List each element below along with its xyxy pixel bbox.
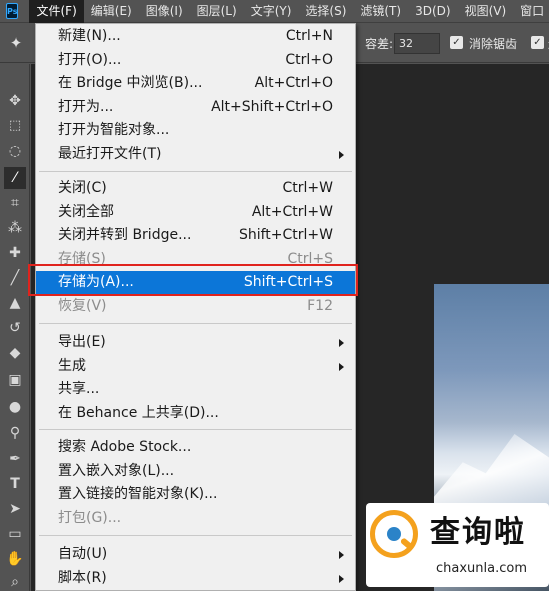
menu-item-export[interactable]: 导出(E)	[36, 331, 355, 355]
clone-stamp-tool-icon[interactable]: ▲	[4, 292, 26, 314]
menu-item-automate[interactable]: 自动(U)	[36, 543, 355, 567]
menu-item-scripts[interactable]: 脚本(R)	[36, 567, 355, 591]
gradient-tool-icon[interactable]: ▣	[4, 369, 26, 391]
menu-item-place-embedded[interactable]: 置入嵌入对象(L)...	[36, 460, 355, 484]
tolerance-input[interactable]: 32	[394, 33, 440, 54]
type-tool-icon[interactable]: T	[4, 473, 26, 495]
menu-item-close-and-go-to-bridge[interactable]: 关闭并转到 Bridge... Shift+Ctrl+W	[36, 224, 355, 248]
contiguous-checkbox[interactable]: ✓	[531, 36, 544, 49]
watermark: 查询啦 chaxunla.com	[366, 503, 549, 587]
menu-item-generate[interactable]: 生成	[36, 355, 355, 379]
tools-panel: ✥ ⬚ ◌ ⁄ ⌗ ⁂ ✚ ╱ ▲ ↺ ◆ ▣ ● ⚲ ✒ T ➤ ▭ ✋ ⌕	[0, 64, 30, 591]
crop-tool-icon[interactable]: ⌗	[4, 192, 26, 214]
move-tool-icon[interactable]: ✥	[4, 90, 26, 112]
watermark-url: chaxunla.com	[436, 561, 527, 576]
magic-wand-icon[interactable]: ✦	[7, 34, 25, 52]
annotation-highlight-box	[28, 264, 358, 296]
eyedropper-tool-icon[interactable]: ⁂	[4, 217, 26, 239]
menu-item-package[interactable]: 打包(G)...	[36, 507, 355, 531]
menu-item-close[interactable]: 关闭(C) Ctrl+W	[36, 177, 355, 201]
menu-window[interactable]: 窗口	[513, 0, 549, 23]
menu-item-open-as[interactable]: 打开为... Alt+Shift+Ctrl+O	[36, 96, 355, 120]
menu-item-close-all[interactable]: 关闭全部 Alt+Ctrl+W	[36, 201, 355, 225]
watermark-title: 查询啦	[430, 515, 526, 550]
menu-item-open-as-smart-object[interactable]: 打开为智能对象...	[36, 119, 355, 143]
antialias-label: 消除锯齿	[469, 37, 518, 51]
submenu-arrow-icon	[339, 574, 344, 583]
menu-edit[interactable]: 编辑(E)	[84, 0, 139, 23]
menu-type[interactable]: 文字(Y)	[244, 0, 299, 23]
blur-tool-icon[interactable]: ●	[4, 396, 26, 418]
magic-wand-tool-icon[interactable]: ⁄	[4, 167, 26, 189]
tolerance-label: 容差:	[365, 37, 394, 51]
healing-brush-tool-icon[interactable]: ✚	[4, 242, 26, 264]
menu-bar: Ps 文件(F) 编辑(E) 图像(I) 图层(L) 文字(Y) 选择(S) 滤…	[0, 0, 549, 23]
file-menu-dropdown: 新建(N)... Ctrl+N 打开(O)... Ctrl+O 在 Bridge 中…	[35, 23, 356, 591]
menu-select[interactable]: 选择(S)	[298, 0, 353, 23]
menu-item-place-linked[interactable]: 置入链接的智能对象(K)...	[36, 483, 355, 507]
chaxunla-logo-icon	[370, 510, 418, 558]
lasso-tool-icon[interactable]: ◌	[4, 140, 26, 162]
submenu-arrow-icon	[339, 339, 344, 347]
menu-item-search-adobe-stock[interactable]: 搜索 Adobe Stock...	[36, 436, 355, 460]
marquee-tool-icon[interactable]: ⬚	[4, 115, 26, 137]
zoom-tool-icon[interactable]: ⌕	[4, 571, 26, 591]
menu-view[interactable]: 视图(V)	[458, 0, 514, 23]
menu-item-open[interactable]: 打开(O)... Ctrl+O	[36, 49, 355, 73]
submenu-arrow-icon	[339, 362, 344, 371]
path-selection-tool-icon[interactable]: ➤	[4, 498, 26, 520]
photoshop-window: Ps 文件(F) 编辑(E) 图像(I) 图层(L) 文字(Y) 选择(S) 滤…	[0, 0, 549, 591]
menu-image[interactable]: 图像(I)	[139, 0, 190, 23]
photoshop-logo-icon[interactable]: Ps	[6, 3, 19, 19]
menu-filter[interactable]: 滤镜(T)	[353, 0, 408, 23]
pen-tool-icon[interactable]: ✒	[4, 448, 26, 470]
menu-item-share[interactable]: 共享...	[36, 378, 355, 402]
history-brush-tool-icon[interactable]: ↺	[4, 317, 26, 339]
menu-layer[interactable]: 图层(L)	[190, 0, 244, 23]
menu-separator	[39, 535, 352, 536]
hand-tool-icon[interactable]: ✋	[4, 548, 26, 570]
menu-separator	[39, 323, 352, 324]
menu-3d[interactable]: 3D(D)	[408, 0, 457, 23]
eraser-tool-icon[interactable]: ◆	[4, 342, 26, 364]
menu-item-share-on-behance[interactable]: 在 Behance 上共享(D)...	[36, 402, 355, 426]
menu-file[interactable]: 文件(F)	[29, 0, 84, 23]
menu-item-new[interactable]: 新建(N)... Ctrl+N	[36, 25, 355, 49]
antialias-checkbox[interactable]: ✓	[450, 36, 463, 49]
submenu-arrow-icon	[339, 150, 344, 159]
rectangle-tool-icon[interactable]: ▭	[4, 523, 26, 545]
menu-item-revert[interactable]: 恢复(V) F12	[36, 295, 355, 319]
dodge-tool-icon[interactable]: ⚲	[4, 422, 26, 444]
menu-separator	[39, 429, 352, 430]
menu-item-browse-in-bridge[interactable]: 在 Bridge 中浏览(B)... Alt+Ctrl+O	[36, 72, 355, 96]
brush-tool-icon[interactable]: ╱	[4, 267, 26, 289]
menu-item-open-recent[interactable]: 最近打开文件(T)	[36, 143, 355, 167]
menu-separator	[39, 171, 352, 172]
submenu-arrow-icon	[339, 551, 344, 559]
